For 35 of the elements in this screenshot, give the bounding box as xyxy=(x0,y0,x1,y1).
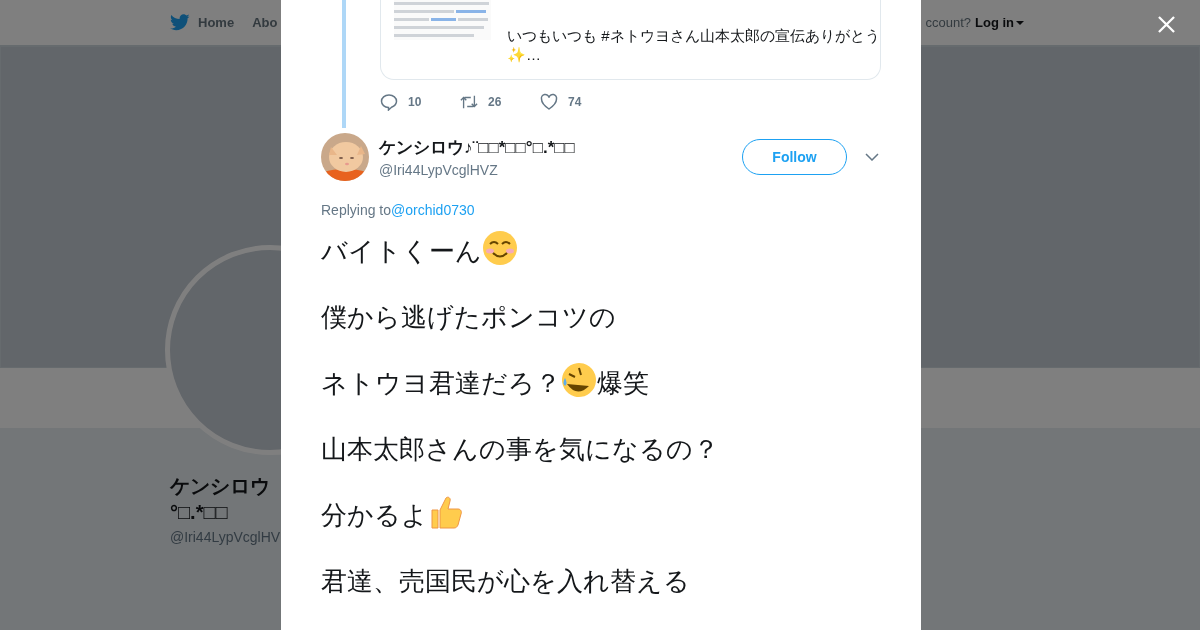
chevron-down-icon[interactable] xyxy=(865,153,879,161)
tweet-text: 僕から逃げたポンコツの xyxy=(321,300,616,334)
profile-name: ケンシロウ xyxy=(170,474,270,499)
quoted-tweet-text: ✨… xyxy=(507,45,542,64)
tweet-text: 爆笑 xyxy=(597,366,649,400)
thumbs-up-icon xyxy=(428,494,464,530)
login-link[interactable]: Log in xyxy=(975,15,1014,30)
smiling-face-icon xyxy=(482,230,518,266)
nav-link[interactable]: Home xyxy=(198,15,235,30)
account-prompt: ccount? xyxy=(925,15,971,30)
retweet-button[interactable]: 26 xyxy=(460,93,540,111)
close-icon[interactable] xyxy=(1158,16,1175,33)
heart-icon xyxy=(540,93,558,111)
mention-link[interactable]: @orchid0730 xyxy=(391,202,475,218)
reply-icon xyxy=(380,93,398,111)
follow-button[interactable]: Follow xyxy=(742,139,847,175)
user-name[interactable]: ケンシロウ♪¨□□*□□°□.*□□ xyxy=(379,136,742,159)
reply-button[interactable]: 10 xyxy=(380,93,460,111)
tweet-text: 君達、売国民が心を入れ替える xyxy=(321,564,690,598)
like-button[interactable]: 74 xyxy=(540,93,620,111)
profile-name: °□.*□□ xyxy=(170,500,228,525)
caret-icon xyxy=(1016,20,1024,25)
tweet-text: ネトウヨ君達だろ？ xyxy=(321,366,561,400)
quoted-tweet-card[interactable]: いつもいつも #ネトウヨさん山本太郎の宣伝ありがとう ✨… xyxy=(380,0,881,80)
bird-icon[interactable] xyxy=(170,14,190,31)
nav-link[interactable]: Abo xyxy=(252,15,278,30)
user-handle[interactable]: @Iri44LypVcglHVZ xyxy=(379,162,742,178)
tweet-text: 分かるよ xyxy=(321,498,428,532)
profile-handle: @Iri44LypVcglHV xyxy=(170,529,281,545)
laughing-face-icon xyxy=(561,362,597,398)
tweet-text: バイトくーん xyxy=(321,234,482,268)
tweet-text: 山本太郎さんの事を気になるの？ xyxy=(321,432,719,466)
replying-label: Replying to xyxy=(321,202,392,218)
quoted-tweet-text: いつもいつも #ネトウヨさん山本太郎の宣伝ありがとう xyxy=(507,26,880,45)
retweet-icon xyxy=(460,93,478,111)
